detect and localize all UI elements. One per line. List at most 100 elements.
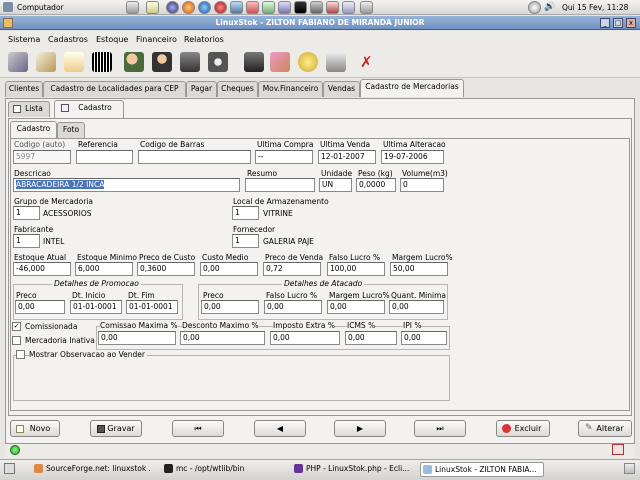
task-linuxstok[interactable]: LinuxStok - ZILTON FABIA...: [420, 462, 544, 477]
barcode-icon[interactable]: [92, 52, 112, 72]
volume-field[interactable]: 0: [400, 178, 444, 192]
user-icon[interactable]: [152, 52, 172, 72]
launcher-icon[interactable]: [326, 1, 339, 14]
minimize-button[interactable]: _: [600, 18, 610, 28]
preco-custo-field[interactable]: 0,3600: [137, 262, 195, 276]
alterar-button[interactable]: ✎ Alterar: [578, 420, 632, 437]
custo-medio-field[interactable]: 0,00: [200, 262, 258, 276]
tab-clientes[interactable]: Clientes: [5, 81, 43, 97]
grupo-code-field[interactable]: 1: [13, 206, 40, 220]
task-mc[interactable]: mc - /opt/wtlib/bin: [162, 462, 280, 477]
clock[interactable]: Qui 15 Fev, 11:28: [562, 3, 628, 12]
atacado-preco-field[interactable]: 0,00: [201, 300, 259, 314]
show-desktop-icon[interactable]: [4, 463, 15, 474]
desconto-max-field[interactable]: 0,00: [180, 331, 265, 345]
atacado-falso-lucro-field[interactable]: 0,00: [264, 300, 322, 314]
tools-icon[interactable]: [8, 52, 28, 72]
tab-cadastro-view[interactable]: Cadastro: [54, 100, 124, 118]
briefcase-icon[interactable]: [180, 52, 200, 72]
last-record-button[interactable]: ⏭: [414, 420, 466, 437]
excluir-button[interactable]: Excluir: [496, 420, 550, 437]
comissao-max-field[interactable]: 0,00: [98, 331, 176, 345]
resumo-field[interactable]: [245, 178, 315, 192]
subtab-foto[interactable]: Foto: [57, 122, 85, 138]
computer-menu-label[interactable]: Computador: [17, 3, 64, 12]
launcher-icon[interactable]: [198, 1, 211, 14]
imposto-extra-field[interactable]: 0,00: [270, 331, 340, 345]
ultima-compra-field[interactable]: --: [255, 150, 313, 164]
fornecedor-code-field[interactable]: 1: [232, 234, 259, 248]
close-red-icon[interactable]: ✗: [360, 53, 373, 71]
subtab-cadastro[interactable]: Cadastro: [10, 121, 57, 139]
tab-cheques[interactable]: Cheques: [217, 81, 258, 97]
icms-field[interactable]: 0,00: [345, 331, 397, 345]
unidade-field[interactable]: UN: [319, 178, 352, 192]
codigo-barras-field[interactable]: [138, 150, 251, 164]
terminal-icon[interactable]: [294, 1, 307, 14]
close-button[interactable]: x: [626, 18, 636, 28]
wrench-icon[interactable]: [36, 52, 56, 72]
status-alert-icon[interactable]: [612, 444, 624, 455]
margem-lucro-field[interactable]: 50,00: [390, 262, 448, 276]
menu-financeiro[interactable]: Financeiro: [136, 35, 177, 44]
preco-venda-field[interactable]: 0,72: [263, 262, 321, 276]
peso-field[interactable]: 0,0000: [356, 178, 396, 192]
codigo-field[interactable]: 5997: [13, 150, 71, 164]
workspace-switcher-icon[interactable]: [624, 463, 635, 474]
gravar-button[interactable]: Gravar: [90, 420, 142, 437]
computer-icon[interactable]: [3, 2, 13, 12]
launcher-icon[interactable]: [310, 1, 323, 14]
ultima-venda-field[interactable]: 12-01-2007: [318, 150, 376, 164]
first-record-button[interactable]: ⏮: [172, 420, 224, 437]
fabricante-code-field[interactable]: 1: [13, 234, 40, 248]
launcher-icon[interactable]: [278, 1, 291, 14]
volume-icon[interactable]: 🔊: [544, 2, 557, 15]
tab-vendas[interactable]: Vendas: [323, 81, 360, 97]
coins-icon[interactable]: [298, 52, 318, 72]
promo-preco-field[interactable]: 0,00: [15, 300, 65, 314]
comissionada-checkbox[interactable]: ✓: [12, 322, 21, 331]
printer-icon[interactable]: [326, 52, 346, 72]
launcher-icon[interactable]: [146, 1, 159, 14]
local-code-field[interactable]: 1: [232, 206, 259, 220]
map-icon[interactable]: [270, 52, 290, 72]
tab-cadastro-mercadorias[interactable]: Cadastro de Mercadorias: [360, 79, 464, 97]
atacado-quant-field[interactable]: 0,00: [389, 300, 444, 314]
promo-dt-fim-field[interactable]: 01-01-0001: [126, 300, 178, 314]
previous-record-button[interactable]: ◀: [254, 420, 306, 437]
launcher-icon[interactable]: [230, 1, 243, 14]
maximize-button[interactable]: □: [613, 18, 623, 28]
network-icon[interactable]: [528, 1, 541, 14]
task-sourceforge[interactable]: SourceForge.net: linuxstok ...: [32, 462, 150, 477]
mercadoria-inativa-checkbox[interactable]: [12, 336, 21, 345]
tab-pagar[interactable]: Pagar: [186, 81, 217, 97]
estoque-atual-field[interactable]: -46,000: [13, 262, 71, 276]
novo-button[interactable]: Novo: [10, 420, 60, 437]
notepad-icon[interactable]: [64, 52, 84, 72]
ipi-field[interactable]: 0,00: [401, 331, 447, 345]
menu-estoque[interactable]: Estoque: [96, 35, 128, 44]
launcher-icon[interactable]: [360, 1, 373, 14]
descricao-field[interactable]: ABRACADEIRA 1/2 INCA: [13, 178, 240, 192]
menu-relatorios[interactable]: Relatorios: [184, 35, 224, 44]
menu-sistema[interactable]: Sistema: [8, 35, 40, 44]
users-icon[interactable]: [124, 52, 144, 72]
estoque-minimo-field[interactable]: 6,000: [75, 262, 133, 276]
launcher-icon[interactable]: [342, 1, 355, 14]
launcher-icon[interactable]: [262, 1, 275, 14]
referencia-field[interactable]: [76, 150, 133, 164]
falso-lucro-field[interactable]: 100,00: [327, 262, 385, 276]
tab-localidades-cep[interactable]: Cadastro de Localidades para CEP: [43, 81, 186, 97]
promo-dt-inicio-field[interactable]: 01-01-0001: [70, 300, 122, 314]
camera-icon[interactable]: [208, 52, 228, 72]
launcher-icon[interactable]: [214, 1, 227, 14]
tab-mov-financeiro[interactable]: Mov.Financeiro: [258, 81, 323, 97]
firefox-icon[interactable]: [182, 1, 195, 14]
cargo-icon[interactable]: [244, 52, 264, 72]
task-eclipse[interactable]: PHP - LinuxStok.php - Ecli...: [292, 462, 414, 477]
ultima-alteracao-field[interactable]: 19-07-2006: [381, 150, 444, 164]
next-record-button[interactable]: ▶: [334, 420, 386, 437]
window-titlebar[interactable]: LinuxStok - ZILTON FABIANO DE MIRANDA JU…: [0, 16, 640, 30]
launcher-icon[interactable]: [246, 1, 259, 14]
tab-lista[interactable]: Lista: [8, 101, 50, 117]
